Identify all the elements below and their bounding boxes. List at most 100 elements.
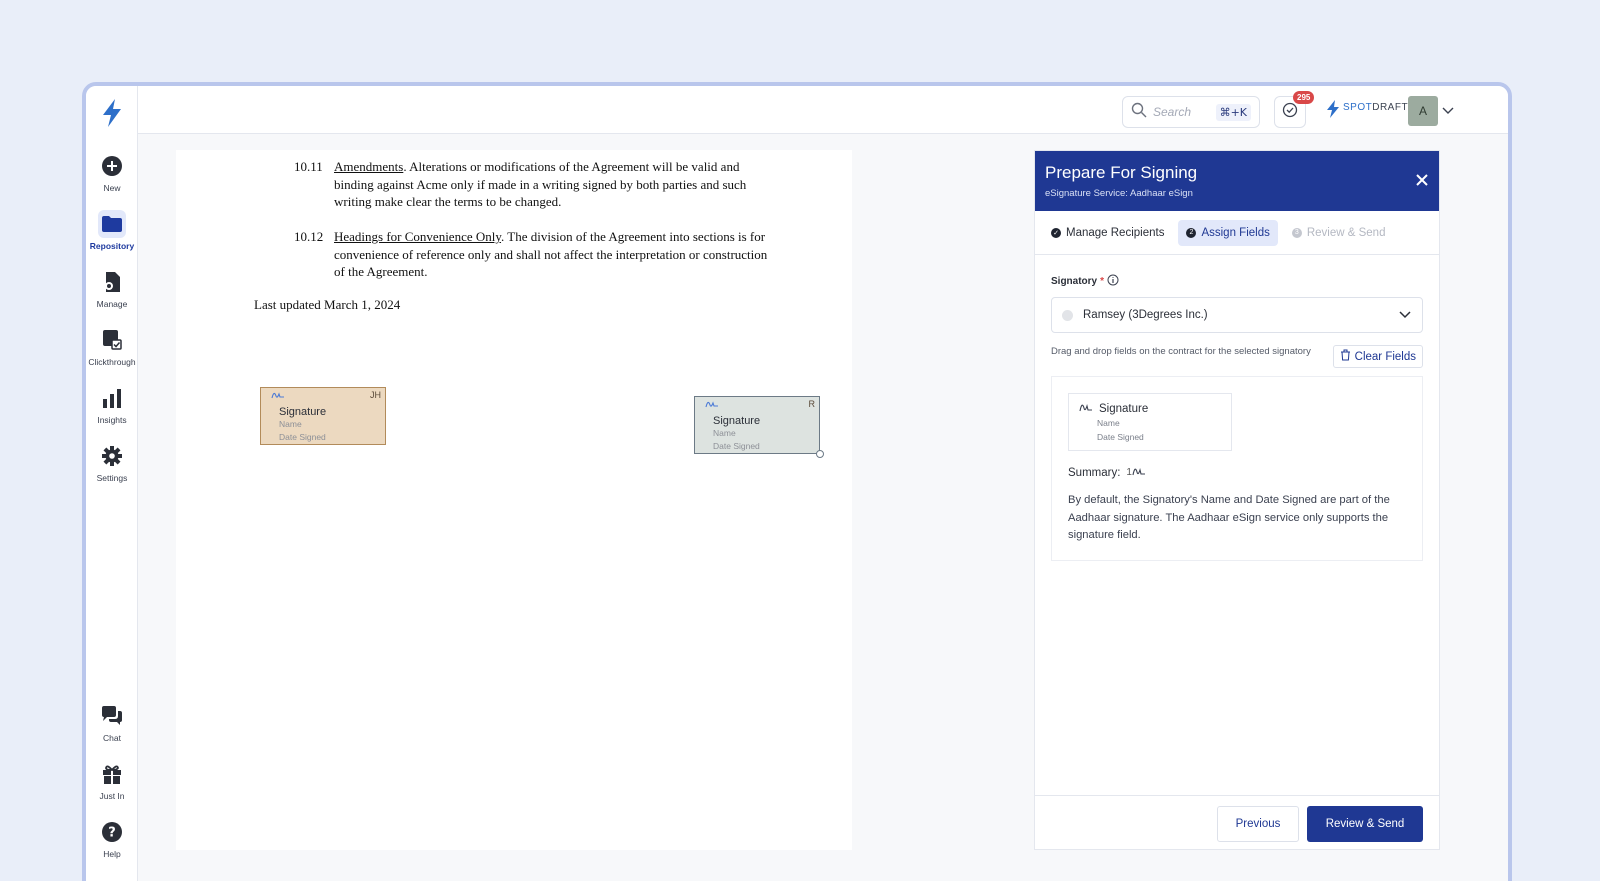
bar-chart-icon bbox=[98, 384, 126, 412]
summary-count: 1 bbox=[1126, 465, 1146, 480]
signatory-label: Signatory * bbox=[1051, 274, 1423, 289]
clause-number: 10.11 bbox=[294, 159, 323, 174]
tab-manage-recipients[interactable]: ✓ Manage Recipients bbox=[1043, 220, 1172, 246]
review-send-button[interactable]: Review & Send bbox=[1307, 806, 1423, 842]
sidebar-item-new[interactable]: New bbox=[86, 152, 138, 193]
previous-button[interactable]: Previous bbox=[1217, 806, 1299, 842]
drag-drop-hint: Drag and drop fields on the contract for… bbox=[1051, 346, 1311, 357]
signatory-value: Ramsey (3Degrees Inc.) bbox=[1083, 309, 1208, 321]
tab-label: Manage Recipients bbox=[1066, 226, 1165, 239]
tab-review-send[interactable]: 3 Review & Send bbox=[1284, 220, 1394, 246]
sidebar: New Repository Manage Clickthrough Insig bbox=[86, 86, 138, 881]
brand-name: SPOTDRAFT bbox=[1343, 102, 1409, 113]
hint-row: Drag and drop fields on the contract for… bbox=[1051, 345, 1423, 368]
signature-field-date: Date Signed bbox=[279, 432, 326, 442]
folder-icon bbox=[98, 210, 126, 238]
manage-doc-icon bbox=[98, 268, 126, 296]
clear-fields-label: Clear Fields bbox=[1354, 350, 1416, 363]
tab-label: Assign Fields bbox=[1201, 226, 1270, 239]
clause-10-11: 10.11 Amendments. Alterations or modific… bbox=[294, 158, 774, 211]
field-item-date: Date Signed bbox=[1097, 432, 1144, 442]
brand-bolt-icon bbox=[1326, 100, 1340, 123]
sidebar-item-insights[interactable]: Insights bbox=[86, 384, 138, 425]
tab-assign-fields[interactable]: 2 Assign Fields bbox=[1178, 219, 1278, 246]
panel-footer: Previous Review & Send bbox=[1035, 795, 1439, 849]
signatory-select[interactable]: Ramsey (3Degrees Inc.) bbox=[1051, 297, 1423, 333]
sidebar-item-label: Chat bbox=[103, 733, 121, 743]
step-tabs: ✓ Manage Recipients 2 Assign Fields 3 Re… bbox=[1035, 211, 1439, 255]
step-number-icon: 2 bbox=[1186, 227, 1197, 238]
signer-initials: R bbox=[808, 399, 816, 409]
last-updated: Last updated March 1, 2024 bbox=[254, 297, 401, 312]
tasks-button[interactable]: 295 bbox=[1274, 91, 1315, 128]
panel-title: Prepare For Signing bbox=[1045, 163, 1198, 182]
resize-handle[interactable] bbox=[816, 450, 824, 458]
sidebar-item-label: Just In bbox=[99, 791, 125, 801]
check-icon: ✓ bbox=[1051, 227, 1061, 238]
sidebar-item-label: New bbox=[103, 183, 121, 193]
sidebar-item-chat[interactable]: Chat bbox=[86, 702, 138, 743]
field-item-name: Name bbox=[1097, 418, 1120, 428]
gear-icon bbox=[98, 442, 126, 470]
tab-label: Review & Send bbox=[1306, 226, 1386, 239]
signature-pen-icon bbox=[705, 397, 719, 412]
clickthrough-icon bbox=[98, 326, 126, 354]
chevron-down-icon bbox=[1398, 307, 1412, 324]
sidebar-item-settings[interactable]: Settings bbox=[86, 442, 138, 483]
avatar[interactable]: A bbox=[1408, 96, 1438, 126]
clear-fields-button[interactable]: Clear Fields bbox=[1332, 345, 1423, 368]
draggable-signature-field[interactable]: Signature Name Date Signed bbox=[1068, 393, 1232, 451]
search-input[interactable]: Search ⌘+K bbox=[1122, 96, 1260, 128]
signer-initials: JH bbox=[370, 390, 381, 400]
help-icon: ? bbox=[98, 818, 126, 846]
signature-field-title: Signature bbox=[279, 406, 327, 418]
chevron-down-icon[interactable] bbox=[1442, 103, 1454, 121]
svg-text:?: ? bbox=[108, 826, 116, 841]
signature-description: By default, the Signatory's Name and Dat… bbox=[1068, 494, 1390, 541]
sidebar-item-just-in[interactable]: Just In bbox=[86, 760, 138, 801]
gift-icon bbox=[98, 760, 126, 788]
signature-pen-icon bbox=[1079, 401, 1093, 416]
signature-field-r[interactable]: R Signature Name Date Signed bbox=[694, 396, 824, 458]
clause-10-12: 10.12 Headings for Convenience Only. The… bbox=[294, 228, 774, 281]
sidebar-item-label: Settings bbox=[96, 473, 128, 483]
chat-icon bbox=[98, 702, 126, 730]
sidebar-item-clickthrough[interactable]: Clickthrough bbox=[86, 326, 138, 367]
panel-body: Signatory * Ramsey (3Degrees Inc.) Drag a… bbox=[1035, 255, 1439, 577]
signature-field-name: Name bbox=[713, 428, 736, 438]
fields-card: Signature Name Date Signed Summary: 1 By… bbox=[1051, 376, 1423, 561]
app-window: New Repository Manage Clickthrough Insig bbox=[82, 82, 1512, 881]
sidebar-item-label: Help bbox=[103, 849, 121, 859]
panel-subtitle: eSignature Service: Aadhaar eSign bbox=[1045, 188, 1193, 199]
summary-label: Summary: bbox=[1068, 466, 1121, 479]
top-bar: Search ⌘+K 295 SPOTDRAFT A bbox=[138, 86, 1508, 134]
sidebar-item-help[interactable]: ? Help bbox=[86, 818, 138, 859]
clause-heading: Amendments bbox=[334, 159, 404, 174]
sidebar-item-label: Manage bbox=[96, 299, 128, 309]
clause-number: 10.12 bbox=[294, 229, 324, 244]
app-logo-icon[interactable] bbox=[99, 98, 125, 128]
close-icon[interactable] bbox=[1415, 173, 1429, 192]
signature-pen-icon bbox=[271, 388, 285, 403]
step-number-icon: 3 bbox=[1291, 227, 1302, 238]
search-shortcut: ⌘+K bbox=[1215, 103, 1251, 121]
field-item-title: Signature bbox=[1099, 402, 1149, 415]
signature-field-name: Name bbox=[279, 419, 302, 429]
brand-logo: SPOTDRAFT bbox=[1326, 100, 1408, 123]
sidebar-item-manage[interactable]: Manage bbox=[86, 268, 138, 309]
tasks-badge: 295 bbox=[1293, 91, 1315, 104]
panel-header: Prepare For Signing eSignature Service: … bbox=[1035, 151, 1439, 211]
info-icon[interactable] bbox=[1107, 274, 1119, 289]
signature-field-date: Date Signed bbox=[713, 441, 760, 451]
trash-icon bbox=[1340, 349, 1351, 364]
field-item-header: Signature bbox=[1079, 401, 1221, 416]
search-icon bbox=[1131, 102, 1147, 123]
search-placeholder: Search bbox=[1153, 105, 1192, 119]
signature-pen-icon bbox=[1132, 465, 1146, 480]
plus-circle-icon bbox=[98, 152, 126, 180]
document-viewer: 10.11 Amendments. Alterations or modific… bbox=[176, 150, 852, 850]
sidebar-item-label: Insights bbox=[97, 415, 127, 425]
clause-heading: Headings for Convenience Only bbox=[334, 229, 502, 244]
sidebar-item-repository[interactable]: Repository bbox=[86, 210, 138, 251]
signature-field-jh[interactable]: JH Signature Name Date Signed bbox=[260, 387, 386, 445]
